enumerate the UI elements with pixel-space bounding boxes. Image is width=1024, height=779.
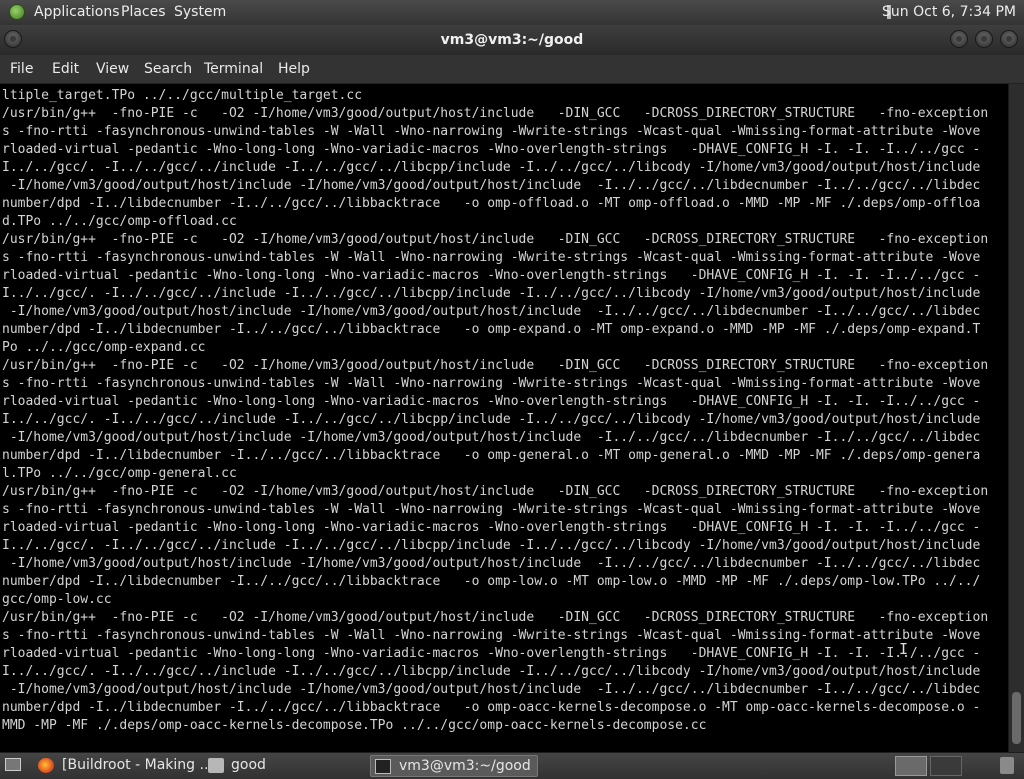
terminal-line: Po ../../gcc/omp-expand.cc bbox=[2, 340, 206, 355]
terminal-scrollbar[interactable] bbox=[1008, 84, 1024, 752]
window-title: vm3@vm3:~/good bbox=[440, 32, 584, 48]
terminal-line: number/dpd -I../libdecnumber -I../../gcc… bbox=[2, 196, 981, 211]
terminal-line: s -fno-rtti -fasynchronous-unwind-tables… bbox=[2, 376, 981, 391]
scrollbar-thumb[interactable] bbox=[1012, 692, 1021, 744]
distro-logo-icon[interactable] bbox=[9, 4, 25, 20]
terminal-line: I../../gcc/. -I../../gcc/../include -I..… bbox=[2, 664, 981, 679]
menu-edit[interactable]: Edit bbox=[52, 61, 79, 77]
folder-icon bbox=[208, 758, 224, 773]
task-label: [Buildroot - Making ... bbox=[62, 757, 213, 773]
terminal-line: -I/home/vm3/good/output/host/include -I/… bbox=[2, 304, 981, 319]
close-icon[interactable] bbox=[1000, 30, 1018, 48]
window-titlebar[interactable]: vm3@vm3:~/good bbox=[0, 25, 1024, 55]
terminal-line: s -fno-rtti -fasynchronous-unwind-tables… bbox=[2, 502, 981, 517]
terminal-line: rloaded-virtual -pedantic -Wno-long-long… bbox=[2, 142, 981, 157]
terminal-line: I../../gcc/. -I../../gcc/../include -I..… bbox=[2, 286, 981, 301]
terminal-line: MMD -MP -MF ./.deps/omp-oacc-kernels-dec… bbox=[2, 718, 707, 733]
terminal-line: -I/home/vm3/good/output/host/include -I/… bbox=[2, 556, 981, 571]
terminal-line: rloaded-virtual -pedantic -Wno-long-long… bbox=[2, 394, 981, 409]
terminal-line: number/dpd -I../libdecnumber -I../../gcc… bbox=[2, 574, 981, 589]
terminal-line: I../../gcc/. -I../../gcc/../include -I..… bbox=[2, 412, 981, 427]
menu-view[interactable]: View bbox=[96, 61, 129, 77]
top-panel: Applications Places System Sun Oct 6, 7:… bbox=[0, 0, 1024, 26]
terminal-line: /usr/bin/g++ -fno-PIE -c -O2 -I/home/vm3… bbox=[2, 484, 989, 499]
workspace-2[interactable] bbox=[930, 756, 962, 776]
terminal-line: rloaded-virtual -pedantic -Wno-long-long… bbox=[2, 520, 981, 535]
menubar: File Edit View Search Terminal Help bbox=[0, 55, 1024, 84]
firefox-icon bbox=[38, 758, 54, 773]
terminal-line: /usr/bin/g++ -fno-PIE -c -O2 -I/home/vm3… bbox=[2, 232, 989, 247]
task-label: vm3@vm3:~/good bbox=[399, 758, 531, 774]
terminal-output[interactable]: ltiple_target.TPo ../../gcc/multiple_tar… bbox=[0, 84, 1008, 752]
terminal-line: I../../gcc/. -I../../gcc/../include -I..… bbox=[2, 160, 981, 175]
terminal-line: -I/home/vm3/good/output/host/include -I/… bbox=[2, 682, 981, 697]
terminal-line: gcc/omp-low.cc bbox=[2, 592, 112, 607]
terminal-line: /usr/bin/g++ -fno-PIE -c -O2 -I/home/vm3… bbox=[2, 610, 989, 625]
terminal-line: rloaded-virtual -pedantic -Wno-long-long… bbox=[2, 268, 981, 283]
terminal-line: ltiple_target.TPo ../../gcc/multiple_tar… bbox=[2, 88, 363, 103]
terminal-icon bbox=[375, 759, 391, 774]
clock[interactable]: Sun Oct 6, 7:34 PM bbox=[882, 4, 1016, 20]
menu-help[interactable]: Help bbox=[278, 61, 310, 77]
bottom-taskbar: [Buildroot - Making ... good vm3@vm3:~/g… bbox=[0, 752, 1024, 779]
trash-icon[interactable] bbox=[1000, 757, 1014, 774]
terminal-line: number/dpd -I../libdecnumber -I../../gcc… bbox=[2, 448, 981, 463]
task-label: good bbox=[231, 757, 266, 773]
menu-file[interactable]: File bbox=[10, 61, 33, 77]
workspace-1[interactable] bbox=[895, 756, 927, 776]
system-menu[interactable]: System bbox=[174, 4, 226, 20]
terminal-line: s -fno-rtti -fasynchronous-unwind-tables… bbox=[2, 250, 981, 265]
task-terminal[interactable]: vm3@vm3:~/good bbox=[370, 755, 538, 777]
applications-menu[interactable]: Applications bbox=[34, 4, 120, 20]
terminal-line: rloaded-virtual -pedantic -Wno-long-long… bbox=[2, 646, 981, 661]
menu-search[interactable]: Search bbox=[144, 61, 192, 77]
terminal-line: /usr/bin/g++ -fno-PIE -c -O2 -I/home/vm3… bbox=[2, 358, 989, 373]
terminal-line: s -fno-rtti -fasynchronous-unwind-tables… bbox=[2, 628, 981, 643]
terminal-line: s -fno-rtti -fasynchronous-unwind-tables… bbox=[2, 124, 981, 139]
places-menu[interactable]: Places bbox=[121, 4, 166, 20]
terminal-line: /usr/bin/g++ -fno-PIE -c -O2 -I/home/vm3… bbox=[2, 106, 989, 121]
terminal-line: number/dpd -I../libdecnumber -I../../gcc… bbox=[2, 700, 981, 715]
mouse-ibeam-icon: I bbox=[899, 640, 909, 658]
terminal-line: number/dpd -I../libdecnumber -I../../gcc… bbox=[2, 322, 981, 337]
minimize-icon[interactable] bbox=[950, 30, 968, 48]
terminal-line: -I/home/vm3/good/output/host/include -I/… bbox=[2, 178, 981, 193]
menu-terminal[interactable]: Terminal bbox=[204, 61, 263, 77]
maximize-icon[interactable] bbox=[975, 30, 993, 48]
task-firefox[interactable]: [Buildroot - Making ... bbox=[34, 755, 213, 777]
task-file-manager[interactable]: good bbox=[204, 755, 364, 777]
terminal-line: I../../gcc/. -I../../gcc/../include -I..… bbox=[2, 538, 981, 553]
show-desktop-icon[interactable] bbox=[5, 758, 21, 771]
terminal-line: d.TPo ../../gcc/omp-offload.cc bbox=[2, 214, 237, 229]
terminal-line: -I/home/vm3/good/output/host/include -I/… bbox=[2, 430, 981, 445]
terminal-text: ltiple_target.TPo ../../gcc/multiple_tar… bbox=[0, 84, 1008, 735]
terminal-line: l.TPo ../../gcc/omp-general.cc bbox=[2, 466, 237, 481]
